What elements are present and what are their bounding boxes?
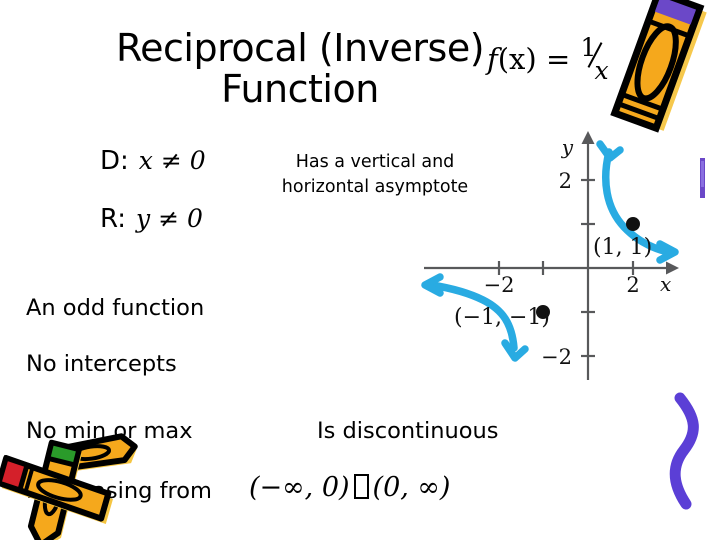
point-1-1 (626, 217, 640, 231)
range-label: R: (100, 204, 127, 234)
purple-dash-icon (700, 158, 705, 198)
property-odd-function: An odd function (26, 295, 205, 321)
x-tick-label-neg2: −2 (484, 273, 515, 297)
x-tick-label-2: 2 (626, 273, 639, 297)
y-axis (581, 131, 595, 380)
annotation-point-1-1: (1, 1) (593, 235, 652, 260)
property-is-discontinuous: Is discontinuous (317, 418, 499, 444)
reciprocal-graph-figure: 2 −2 −2 2 x y (1, 1) (−1, −1) (410, 128, 690, 390)
reciprocal-formula: f(x) = 1 x (487, 33, 613, 85)
domain-value: x ≠ 0 (138, 146, 206, 175)
crayon-top-right-icon (596, 0, 720, 136)
range-value: y ≠ 0 (136, 204, 203, 233)
union-missing-glyph-icon (353, 474, 369, 499)
domain-label: D: (100, 146, 129, 176)
page-title: Reciprocal (Inverse) Function (115, 26, 485, 112)
y-tick-label-2: 2 (559, 169, 572, 193)
formula-lhs: f (487, 42, 498, 76)
formula-argument: (x) (497, 42, 537, 76)
decreasing-interval: (−∞, 0) (0, ∞) (249, 472, 450, 503)
property-no-intercepts: No intercepts (26, 351, 177, 377)
interval-right: (0, ∞) (372, 472, 451, 503)
crayon-cluster-bottom-left-icon (0, 424, 176, 540)
purple-squiggle-icon (652, 392, 718, 510)
domain-row: D: x ≠ 0 (100, 146, 206, 182)
purple-dash-inner (701, 161, 704, 187)
y-axis-label: y (561, 135, 574, 159)
formula-equals: = (545, 42, 571, 76)
annotation-point-neg1-neg1: (−1, −1) (454, 305, 550, 330)
slide-canvas: Reciprocal (Inverse) Function f(x) = 1 x… (0, 0, 720, 540)
interval-left: (−∞, 0) (249, 472, 350, 503)
y-tick-label-neg2: −2 (541, 345, 572, 369)
x-axis-label: x (660, 272, 671, 296)
range-row: R: y ≠ 0 (100, 204, 206, 240)
domain-range-block: D: x ≠ 0 R: y ≠ 0 (100, 146, 206, 262)
